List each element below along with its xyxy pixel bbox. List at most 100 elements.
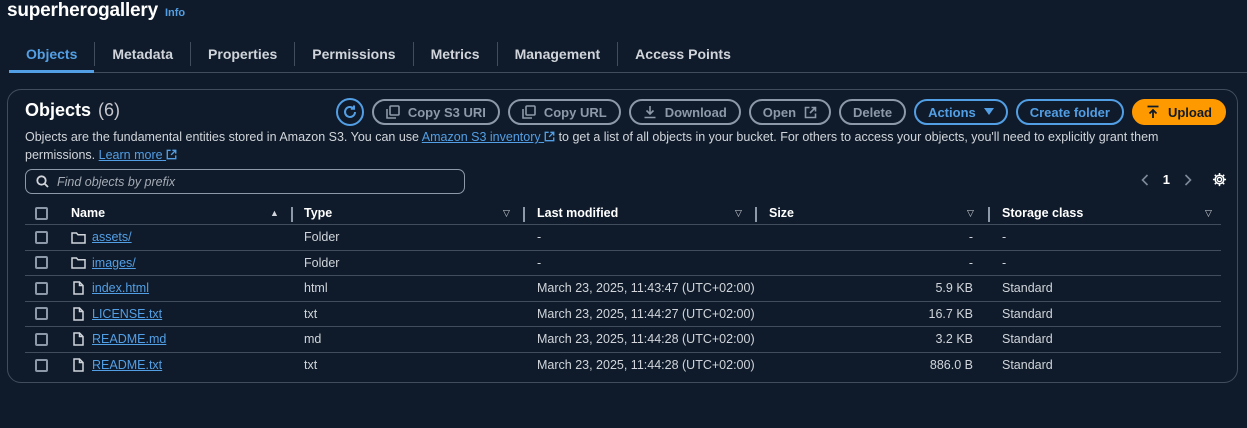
object-name: assets/	[71, 230, 132, 244]
download-button[interactable]: Download	[628, 99, 741, 125]
type-cell: html	[304, 281, 328, 296]
tab-access-points[interactable]: Access Points	[618, 36, 748, 72]
create-folder-label: Create folder	[1029, 104, 1110, 120]
previous-page-icon[interactable]	[1141, 173, 1149, 186]
column-header-last-modified[interactable]: Last modified	[537, 202, 618, 224]
description-text: Objects are the fundamental entities sto…	[25, 130, 422, 144]
object-link[interactable]: README.txt	[92, 358, 162, 372]
row-checkbox-cell	[35, 225, 48, 250]
column-divider[interactable]	[523, 207, 525, 222]
column-divider[interactable]	[988, 207, 990, 222]
upload-button[interactable]: Upload	[1131, 99, 1226, 125]
column-header-size[interactable]: Size	[769, 202, 794, 224]
external-link-icon	[544, 131, 555, 142]
object-name: images/	[71, 256, 136, 270]
column-header-storage-class[interactable]: Storage class	[1002, 202, 1083, 224]
object-link[interactable]: LICENSE.txt	[92, 307, 162, 321]
object-link[interactable]: index.html	[92, 281, 149, 295]
last-modified-cell: -	[537, 230, 542, 245]
row-checkbox[interactable]	[35, 307, 48, 321]
tab-metadata[interactable]: Metadata	[95, 36, 190, 72]
search-icon	[36, 175, 49, 188]
column-divider[interactable]	[755, 207, 757, 222]
tab-bar: Objects Metadata Properties Permissions …	[9, 36, 1247, 73]
row-checkbox-cell	[35, 251, 48, 276]
next-page-icon[interactable]	[1184, 173, 1192, 186]
search-input[interactable]	[57, 174, 437, 189]
s3-inventory-link-text: Amazon S3 inventory	[421, 130, 541, 144]
size-cell: 886.0 B	[929, 358, 973, 373]
row-checkbox[interactable]	[35, 256, 48, 270]
column-header-type[interactable]: Type	[304, 202, 332, 224]
name-cell: index.html	[71, 276, 149, 301]
refresh-button[interactable]	[335, 98, 364, 126]
file-icon	[73, 281, 84, 295]
sort-icon[interactable]: ▽	[1205, 202, 1212, 224]
size-cell: -	[968, 230, 973, 245]
row-checkbox[interactable]	[35, 281, 48, 295]
row-checkbox[interactable]	[35, 358, 48, 372]
row-checkbox[interactable]	[35, 332, 48, 346]
row-checkbox[interactable]	[35, 230, 48, 244]
object-link[interactable]: assets/	[92, 230, 132, 244]
object-name: README.txt	[71, 358, 162, 372]
row-checkbox-cell	[35, 276, 48, 301]
object-count: (6)	[98, 100, 121, 120]
last-modified-cell: March 23, 2025, 11:44:28 (UTC+02:00)	[537, 358, 755, 373]
last-modified-cell: March 23, 2025, 11:43:47 (UTC+02:00)	[537, 281, 755, 296]
toolbar: Copy S3 URI Copy URL Download Open Delet…	[335, 98, 1226, 126]
tab-objects[interactable]: Objects	[9, 36, 95, 73]
copy-s3-uri-button[interactable]: Copy S3 URI	[371, 99, 500, 125]
last-modified-cell: March 23, 2025, 11:44:28 (UTC+02:00)	[537, 332, 755, 347]
file-icon	[73, 332, 84, 346]
learn-more-link[interactable]: Learn more	[99, 148, 177, 162]
open-button[interactable]: Open	[748, 99, 832, 125]
column-header-name[interactable]: Name	[71, 202, 105, 224]
download-label: Download	[664, 104, 727, 120]
name-cell: LICENSE.txt	[71, 302, 162, 327]
panel-title: Objects (6)	[25, 100, 120, 121]
actions-dropdown[interactable]: Actions	[914, 99, 1008, 125]
download-icon	[644, 106, 656, 119]
delete-button[interactable]: Delete	[839, 99, 907, 125]
row-checkbox-cell	[35, 327, 48, 352]
last-modified-cell: -	[537, 255, 542, 270]
table-row: README.md md March 23, 2025, 11:44:28 (U…	[25, 327, 1221, 353]
copy-url-button[interactable]: Copy URL	[507, 99, 621, 125]
current-page[interactable]: 1	[1163, 172, 1170, 187]
objects-panel: Objects (6) Copy S3 URI Copy URL Downloa…	[7, 89, 1238, 383]
table-row: LICENSE.txt txt March 23, 2025, 11:44:27…	[25, 302, 1221, 327]
page-header: superherogallery Info	[7, 0, 185, 22]
create-folder-button[interactable]: Create folder	[1015, 99, 1124, 125]
sort-icon[interactable]: ▽	[967, 202, 974, 224]
tab-management[interactable]: Management	[498, 36, 618, 72]
name-cell: images/	[71, 251, 136, 276]
actions-label: Actions	[928, 104, 976, 120]
select-all-checkbox[interactable]	[35, 206, 48, 220]
table-row: images/ Folder - - -	[25, 251, 1221, 276]
sort-icon[interactable]: ▽	[735, 202, 742, 224]
copy-url-label: Copy URL	[543, 104, 607, 120]
size-cell: -	[968, 255, 973, 270]
sort-ascending-icon[interactable]: ▲	[270, 202, 279, 224]
file-icon	[73, 358, 84, 372]
external-link-icon	[804, 106, 817, 118]
column-divider[interactable]	[291, 207, 293, 222]
tab-metrics[interactable]: Metrics	[414, 36, 497, 72]
copy-s3-uri-label: Copy S3 URI	[407, 104, 486, 120]
upload-label: Upload	[1167, 104, 1212, 120]
size-cell: 3.2 KB	[935, 332, 973, 347]
sort-icon[interactable]: ▽	[503, 202, 510, 224]
tab-properties[interactable]: Properties	[191, 36, 294, 72]
info-link[interactable]: Info	[165, 7, 185, 19]
name-cell: assets/	[71, 225, 132, 250]
folder-icon	[71, 232, 86, 244]
name-cell: README.txt	[71, 353, 162, 379]
s3-inventory-link[interactable]: Amazon S3 inventory	[422, 130, 555, 144]
tab-permissions[interactable]: Permissions	[295, 36, 412, 72]
object-link[interactable]: README.md	[92, 332, 166, 346]
caret-down-icon	[983, 108, 994, 115]
gear-icon[interactable]	[1212, 172, 1227, 187]
object-link[interactable]: images/	[92, 256, 136, 270]
storage-class-cell: Standard	[1002, 358, 1053, 373]
